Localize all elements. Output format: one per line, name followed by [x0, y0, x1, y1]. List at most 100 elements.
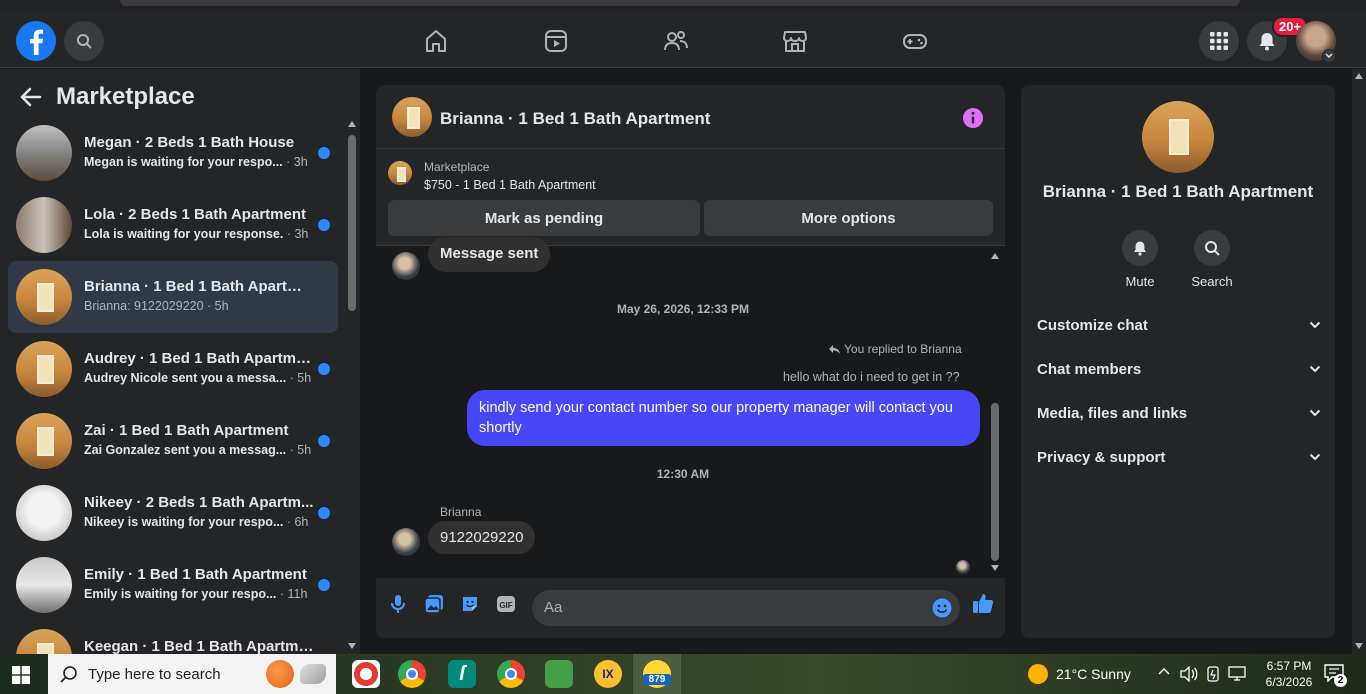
seen-avatar [956, 560, 970, 574]
conversation-name: Emily · 1 Bed 1 Bath Apartment [84, 566, 307, 583]
timestamp: May 26, 2026, 12:33 PM [616, 302, 750, 316]
listing-thumbnail [16, 629, 72, 654]
chat-members-row[interactable]: Chat members [1029, 348, 1327, 392]
thumbs-up-icon[interactable] [972, 592, 994, 614]
conversation-name: Megan · 2 Beds 1 Bath House [84, 134, 295, 151]
listing-thumbnail [16, 341, 72, 397]
taskbar-search-box[interactable]: Type here to search [48, 654, 336, 694]
chat-listing-thumbnail[interactable] [392, 97, 432, 137]
marketplace-sidebar: Marketplace Megan · 2 Beds 1 Bath House … [0, 69, 360, 654]
conversation-preview: Lola is waiting for your response. · 3h [84, 227, 309, 241]
scroll-down-arrow-icon[interactable] [1355, 643, 1363, 649]
scroll-down-arrow-icon[interactable] [991, 565, 999, 571]
sun-icon [1028, 664, 1048, 684]
back-arrow-icon[interactable] [20, 87, 42, 107]
scroll-up-arrow-icon[interactable] [1355, 73, 1363, 79]
whistle-icon [300, 664, 326, 684]
listing-thumbnail [16, 125, 72, 181]
chrome-profile-icon[interactable] [497, 660, 525, 688]
video-icon[interactable] [543, 28, 569, 54]
app-ix-icon[interactable]: IX [594, 660, 622, 688]
info-icon[interactable] [962, 107, 984, 129]
conversation-item-zai[interactable]: Zai · 1 Bed 1 Bath Apartment Zai Gonzale… [8, 405, 338, 477]
gif-icon[interactable]: GIF [496, 594, 516, 614]
svg-text:GIF: GIF [499, 601, 512, 610]
scrollbar-thumb[interactable] [991, 403, 999, 561]
photo-icon[interactable] [424, 594, 444, 614]
conversation-list: Megan · 2 Beds 1 Bath House Megan is wai… [8, 117, 338, 654]
scroll-up-arrow-icon[interactable] [991, 253, 999, 259]
conversation-preview: Nikeey is waiting for your respo... · 6h [84, 515, 309, 529]
clock[interactable]: 6:57 PM 6/3/2026 [1258, 658, 1320, 690]
conversation-name: Keegan · 1 Bed 1 Bath Apartme... [84, 638, 314, 654]
mark-as-pending-button[interactable]: Mark as pending [388, 200, 700, 236]
search-icon[interactable] [1194, 230, 1230, 266]
facebook-logo-icon[interactable] [16, 21, 56, 61]
windows-start-icon[interactable] [12, 666, 30, 684]
search-in-conversation-button[interactable]: Search [1182, 230, 1242, 289]
conversation-details-panel: Brianna · 1 Bed 1 Bath Apartment Mute Se… [1021, 85, 1335, 638]
snip-tool-icon[interactable] [352, 660, 380, 688]
search-icon [60, 665, 78, 683]
conversation-item-keegan[interactable]: Keegan · 1 Bed 1 Bath Apartme... [8, 621, 338, 654]
conversation-item-lola[interactable]: Lola · 2 Beds 1 Bath Apartment Lola is w… [8, 189, 338, 261]
timestamp: 12:30 AM [656, 467, 710, 481]
row-label: Chat members [1037, 361, 1142, 378]
chevron-down-icon[interactable] [1322, 49, 1336, 63]
search-icon[interactable] [64, 21, 104, 61]
network-icon[interactable] [1228, 666, 1246, 682]
gaming-icon[interactable] [902, 28, 928, 54]
chevron-up-icon[interactable] [1158, 666, 1170, 678]
chevron-down-icon [1309, 321, 1321, 329]
unread-dot [318, 363, 330, 375]
search-label: Search [1191, 274, 1233, 289]
page-scrollbar[interactable] [1352, 69, 1366, 654]
conversation-name: Zai · 1 Bed 1 Bath Apartment [84, 422, 289, 439]
chevron-down-icon [1309, 365, 1321, 373]
privacy-support-row[interactable]: Privacy & support [1029, 436, 1327, 480]
conversation-item-audrey[interactable]: Audrey · 1 Bed 1 Bath Apartment Audrey N… [8, 333, 338, 405]
scroll-up-arrow-icon[interactable] [348, 121, 356, 127]
weather-widget[interactable]: 21°C Sunny [1028, 664, 1131, 684]
emoji-app-icon[interactable]: 879 [643, 660, 671, 688]
sidebar-scrollbar[interactable] [345, 117, 359, 654]
mute-bell-icon[interactable] [1122, 230, 1158, 266]
conversation-preview: Megan is waiting for your respo... · 3h [84, 155, 308, 169]
emoji-icon[interactable] [932, 598, 952, 618]
sticker-icon[interactable] [460, 594, 480, 614]
menu-grid-icon[interactable] [1199, 21, 1239, 61]
marketplace-icon[interactable] [782, 28, 808, 54]
unread-dot [318, 435, 330, 447]
action-center-count: 2 [1334, 674, 1347, 687]
browser-tab-strip [120, 0, 1240, 6]
message-input[interactable]: Aa [532, 590, 960, 626]
conversation-item-brianna[interactable]: Brianna · 1 Bed 1 Bath Apartment Brianna… [8, 261, 338, 333]
app-s-icon[interactable]: ſ [448, 660, 476, 688]
chrome-icon[interactable] [398, 660, 426, 688]
conversation-item-nikeey[interactable]: Nikeey · 2 Beds 1 Bath Apartm... Nikeey … [8, 477, 338, 549]
chat-scrollbar[interactable] [988, 247, 1002, 577]
mute-label: Mute [1125, 274, 1155, 289]
conversation-name: Lola · 2 Beds 1 Bath Apartment [84, 206, 306, 223]
media-files-links-row[interactable]: Media, files and links [1029, 392, 1327, 436]
battery-icon[interactable] [1205, 666, 1221, 682]
scrollbar-thumb[interactable] [348, 135, 356, 311]
sidebar-title: Marketplace [56, 83, 195, 110]
more-options-button[interactable]: More options [704, 200, 993, 236]
spreadsheet-icon[interactable] [545, 660, 573, 688]
quoted-message: hello what do i need to get in ?? [783, 370, 960, 384]
friends-icon[interactable] [663, 28, 689, 54]
conversation-preview: Zai Gonzalez sent you a messag... · 5h [84, 443, 312, 457]
listing-thumbnail [16, 413, 72, 469]
scroll-down-arrow-icon[interactable] [348, 643, 356, 649]
home-icon[interactable] [423, 28, 449, 54]
conversation-item-emily[interactable]: Emily · 1 Bed 1 Bath Apartment Emily is … [8, 549, 338, 621]
chat-title[interactable]: Brianna · 1 Bed 1 Bath Apartment [440, 109, 710, 129]
action-center-icon[interactable]: 2 [1324, 664, 1347, 687]
microphone-icon[interactable] [390, 594, 406, 614]
listing-price-title[interactable]: $750 - 1 Bed 1 Bath Apartment [424, 178, 596, 192]
speaker-icon[interactable] [1180, 666, 1198, 682]
conversation-item-megan[interactable]: Megan · 2 Beds 1 Bath House Megan is wai… [8, 117, 338, 189]
customize-chat-row[interactable]: Customize chat [1029, 304, 1327, 348]
mute-button[interactable]: Mute [1110, 230, 1170, 289]
